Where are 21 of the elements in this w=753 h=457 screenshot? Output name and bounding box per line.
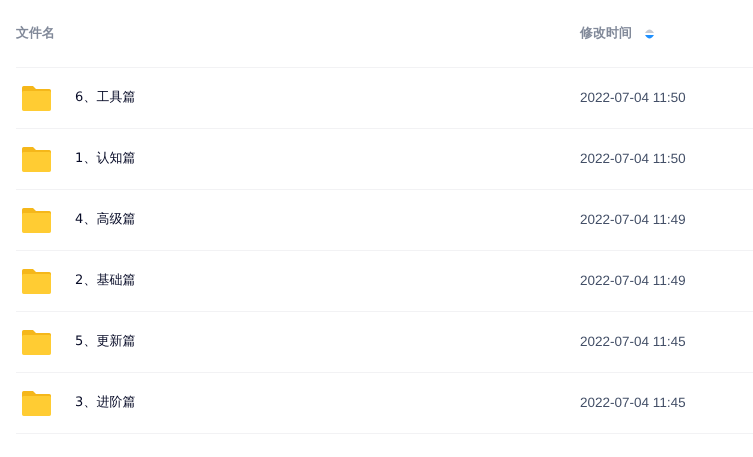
modified-time: 2022-07-04 11:45 bbox=[580, 332, 686, 351]
modified-time: 2022-07-04 11:45 bbox=[580, 394, 686, 412]
column-header[interactable]: 修改时间 bbox=[580, 24, 632, 44]
modified-time: 2022-07-04 11:50 bbox=[580, 88, 686, 107]
folder-icon bbox=[22, 146, 51, 172]
modified-time: 2022-07-04 11:49 bbox=[580, 272, 686, 290]
modified-time: 2022-07-04 11:50 bbox=[580, 150, 686, 168]
folder-icon bbox=[22, 390, 51, 416]
file-name[interactable]: 4、高级篇 bbox=[75, 210, 136, 230]
modified-time: 2022-07-04 11:49 bbox=[580, 210, 686, 229]
file-name[interactable]: 3、进阶篇 bbox=[75, 393, 136, 413]
sort-icon[interactable] bbox=[645, 26, 654, 40]
folder-icon bbox=[22, 86, 51, 110]
folder-icon bbox=[22, 330, 51, 354]
file-name[interactable]: 1、认知篇 bbox=[75, 149, 136, 169]
file-name[interactable]: 6、工具篇 bbox=[75, 88, 136, 108]
file-name[interactable]: 2、基础篇 bbox=[75, 271, 136, 291]
column-header[interactable]: 文件名 bbox=[16, 24, 55, 44]
file-name[interactable]: 5、更新篇 bbox=[75, 332, 136, 352]
folder-icon bbox=[22, 268, 51, 294]
folder-icon bbox=[22, 208, 51, 232]
